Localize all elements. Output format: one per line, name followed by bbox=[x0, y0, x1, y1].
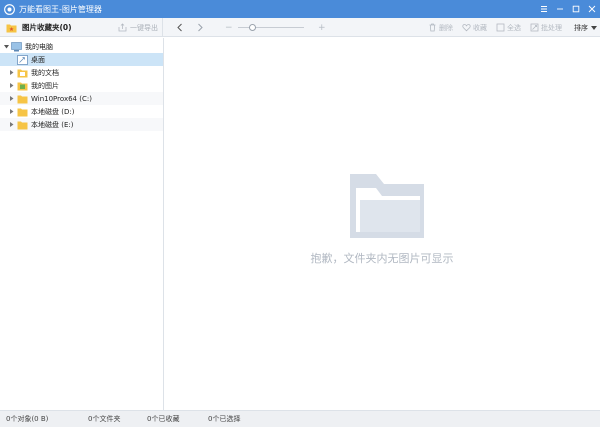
zoom-out-button[interactable]: − bbox=[225, 18, 233, 37]
tree-item-drive-d[interactable]: 本地磁盘 (D:) bbox=[0, 105, 163, 118]
title-bar: 万能看图王-图片管理器 bbox=[0, 0, 600, 18]
tree-item-drive-c[interactable]: Win10Prox64 (C:) bbox=[0, 92, 163, 105]
desktop-icon bbox=[17, 54, 28, 65]
sort-dropdown[interactable]: 排序 bbox=[574, 23, 597, 33]
caret-down-icon bbox=[591, 25, 597, 30]
zoom-slider-thumb[interactable] bbox=[249, 24, 256, 31]
tree-item-drive-e[interactable]: 本地磁盘 (E:) bbox=[0, 118, 163, 131]
tree-item-pictures[interactable]: 我的图片 bbox=[0, 79, 163, 92]
hamburger-icon bbox=[541, 6, 547, 12]
toolbar-actions: 删除 收藏 全选 批处理 排序 bbox=[419, 18, 597, 37]
folder-icon bbox=[17, 95, 28, 103]
minimize-icon bbox=[557, 8, 563, 10]
tree-item-documents[interactable]: 我的文档 bbox=[0, 66, 163, 79]
delete-button[interactable]: 删除 bbox=[428, 23, 453, 33]
close-icon bbox=[588, 5, 596, 13]
status-collected: 0个已收藏 bbox=[147, 415, 180, 423]
tree-item-label: 我的文档 bbox=[31, 68, 59, 77]
chevron-right-icon bbox=[198, 23, 203, 32]
zoom-slider-track[interactable] bbox=[238, 27, 304, 28]
trash-icon bbox=[429, 23, 436, 32]
maximize-button[interactable] bbox=[568, 0, 584, 18]
collect-button[interactable]: 收藏 bbox=[462, 23, 487, 33]
chevron-left-icon bbox=[177, 23, 182, 32]
nav-area bbox=[170, 18, 210, 37]
window-title: 万能看图王-图片管理器 bbox=[19, 4, 102, 14]
batch-process-button[interactable]: 批处理 bbox=[530, 23, 562, 33]
pictures-folder-icon bbox=[17, 82, 28, 90]
empty-folder-icon bbox=[350, 174, 424, 238]
toolbar: 图片收藏夹(0) 一键导出 − + 删除 收藏 全选 批处理 排序 bbox=[0, 18, 600, 37]
tree-item-my-computer[interactable]: 我的电脑 bbox=[0, 40, 163, 53]
documents-folder-icon bbox=[17, 69, 28, 77]
status-objects: 0个对象(0 B) bbox=[6, 415, 49, 423]
image-grid-area: 抱歉，文件夹内无图片可显示 bbox=[164, 38, 600, 410]
collapsed-arrow-icon[interactable] bbox=[8, 95, 15, 102]
select-all-button[interactable]: 全选 bbox=[496, 23, 521, 33]
favorites-label: 图片收藏夹(0) bbox=[22, 23, 72, 32]
collapsed-arrow-icon[interactable] bbox=[8, 82, 15, 89]
select-all-label: 全选 bbox=[507, 23, 521, 32]
folder-tree: 我的电脑 桌面 我的文档 我的图片 Win10Prox64 (C:) 本地磁盘 … bbox=[0, 38, 164, 410]
collect-label: 收藏 bbox=[473, 23, 487, 32]
computer-icon bbox=[11, 41, 22, 51]
batch-label: 批处理 bbox=[541, 23, 562, 32]
zoom-in-button[interactable]: + bbox=[318, 18, 326, 37]
minimize-button[interactable] bbox=[552, 0, 568, 18]
heart-icon bbox=[462, 24, 471, 32]
favorites-folder-icon bbox=[6, 24, 17, 32]
collapsed-arrow-icon[interactable] bbox=[8, 69, 15, 76]
menu-button[interactable] bbox=[536, 0, 552, 18]
sort-label: 排序 bbox=[574, 23, 588, 32]
back-button[interactable] bbox=[170, 18, 190, 37]
expanded-arrow-icon[interactable] bbox=[3, 43, 10, 50]
tree-item-label: 本地磁盘 (E:) bbox=[31, 120, 74, 129]
favorites-header[interactable]: 图片收藏夹(0) 一键导出 bbox=[0, 18, 163, 37]
batch-icon bbox=[530, 23, 539, 32]
status-selected: 0个已选择 bbox=[208, 415, 241, 423]
tree-item-label: Win10Prox64 (C:) bbox=[31, 94, 92, 103]
export-icon bbox=[118, 23, 127, 32]
tree-item-label: 我的图片 bbox=[31, 81, 59, 90]
maximize-icon bbox=[572, 5, 580, 13]
forward-button[interactable] bbox=[190, 18, 210, 37]
checkbox-icon bbox=[496, 23, 505, 32]
close-button[interactable] bbox=[584, 0, 600, 18]
export-label: 一键导出 bbox=[130, 23, 158, 32]
empty-message: 抱歉，文件夹内无图片可显示 bbox=[310, 252, 454, 265]
tree-item-label: 桌面 bbox=[31, 55, 45, 64]
app-logo-icon bbox=[4, 3, 15, 15]
folder-icon bbox=[17, 108, 28, 116]
tree-item-label: 我的电脑 bbox=[25, 42, 53, 51]
tree-item-desktop[interactable]: 桌面 bbox=[0, 53, 163, 66]
tree-item-label: 本地磁盘 (D:) bbox=[31, 107, 75, 116]
status-bar: 0个对象(0 B) 0个文件夹 0个已收藏 0个已选择 bbox=[0, 410, 600, 427]
collapsed-arrow-icon[interactable] bbox=[8, 121, 15, 128]
status-folders: 0个文件夹 bbox=[88, 415, 121, 423]
delete-label: 删除 bbox=[439, 23, 453, 32]
collapsed-arrow-icon[interactable] bbox=[8, 108, 15, 115]
export-button[interactable]: 一键导出 bbox=[118, 18, 158, 37]
window-controls bbox=[536, 0, 600, 18]
folder-icon bbox=[17, 121, 28, 129]
